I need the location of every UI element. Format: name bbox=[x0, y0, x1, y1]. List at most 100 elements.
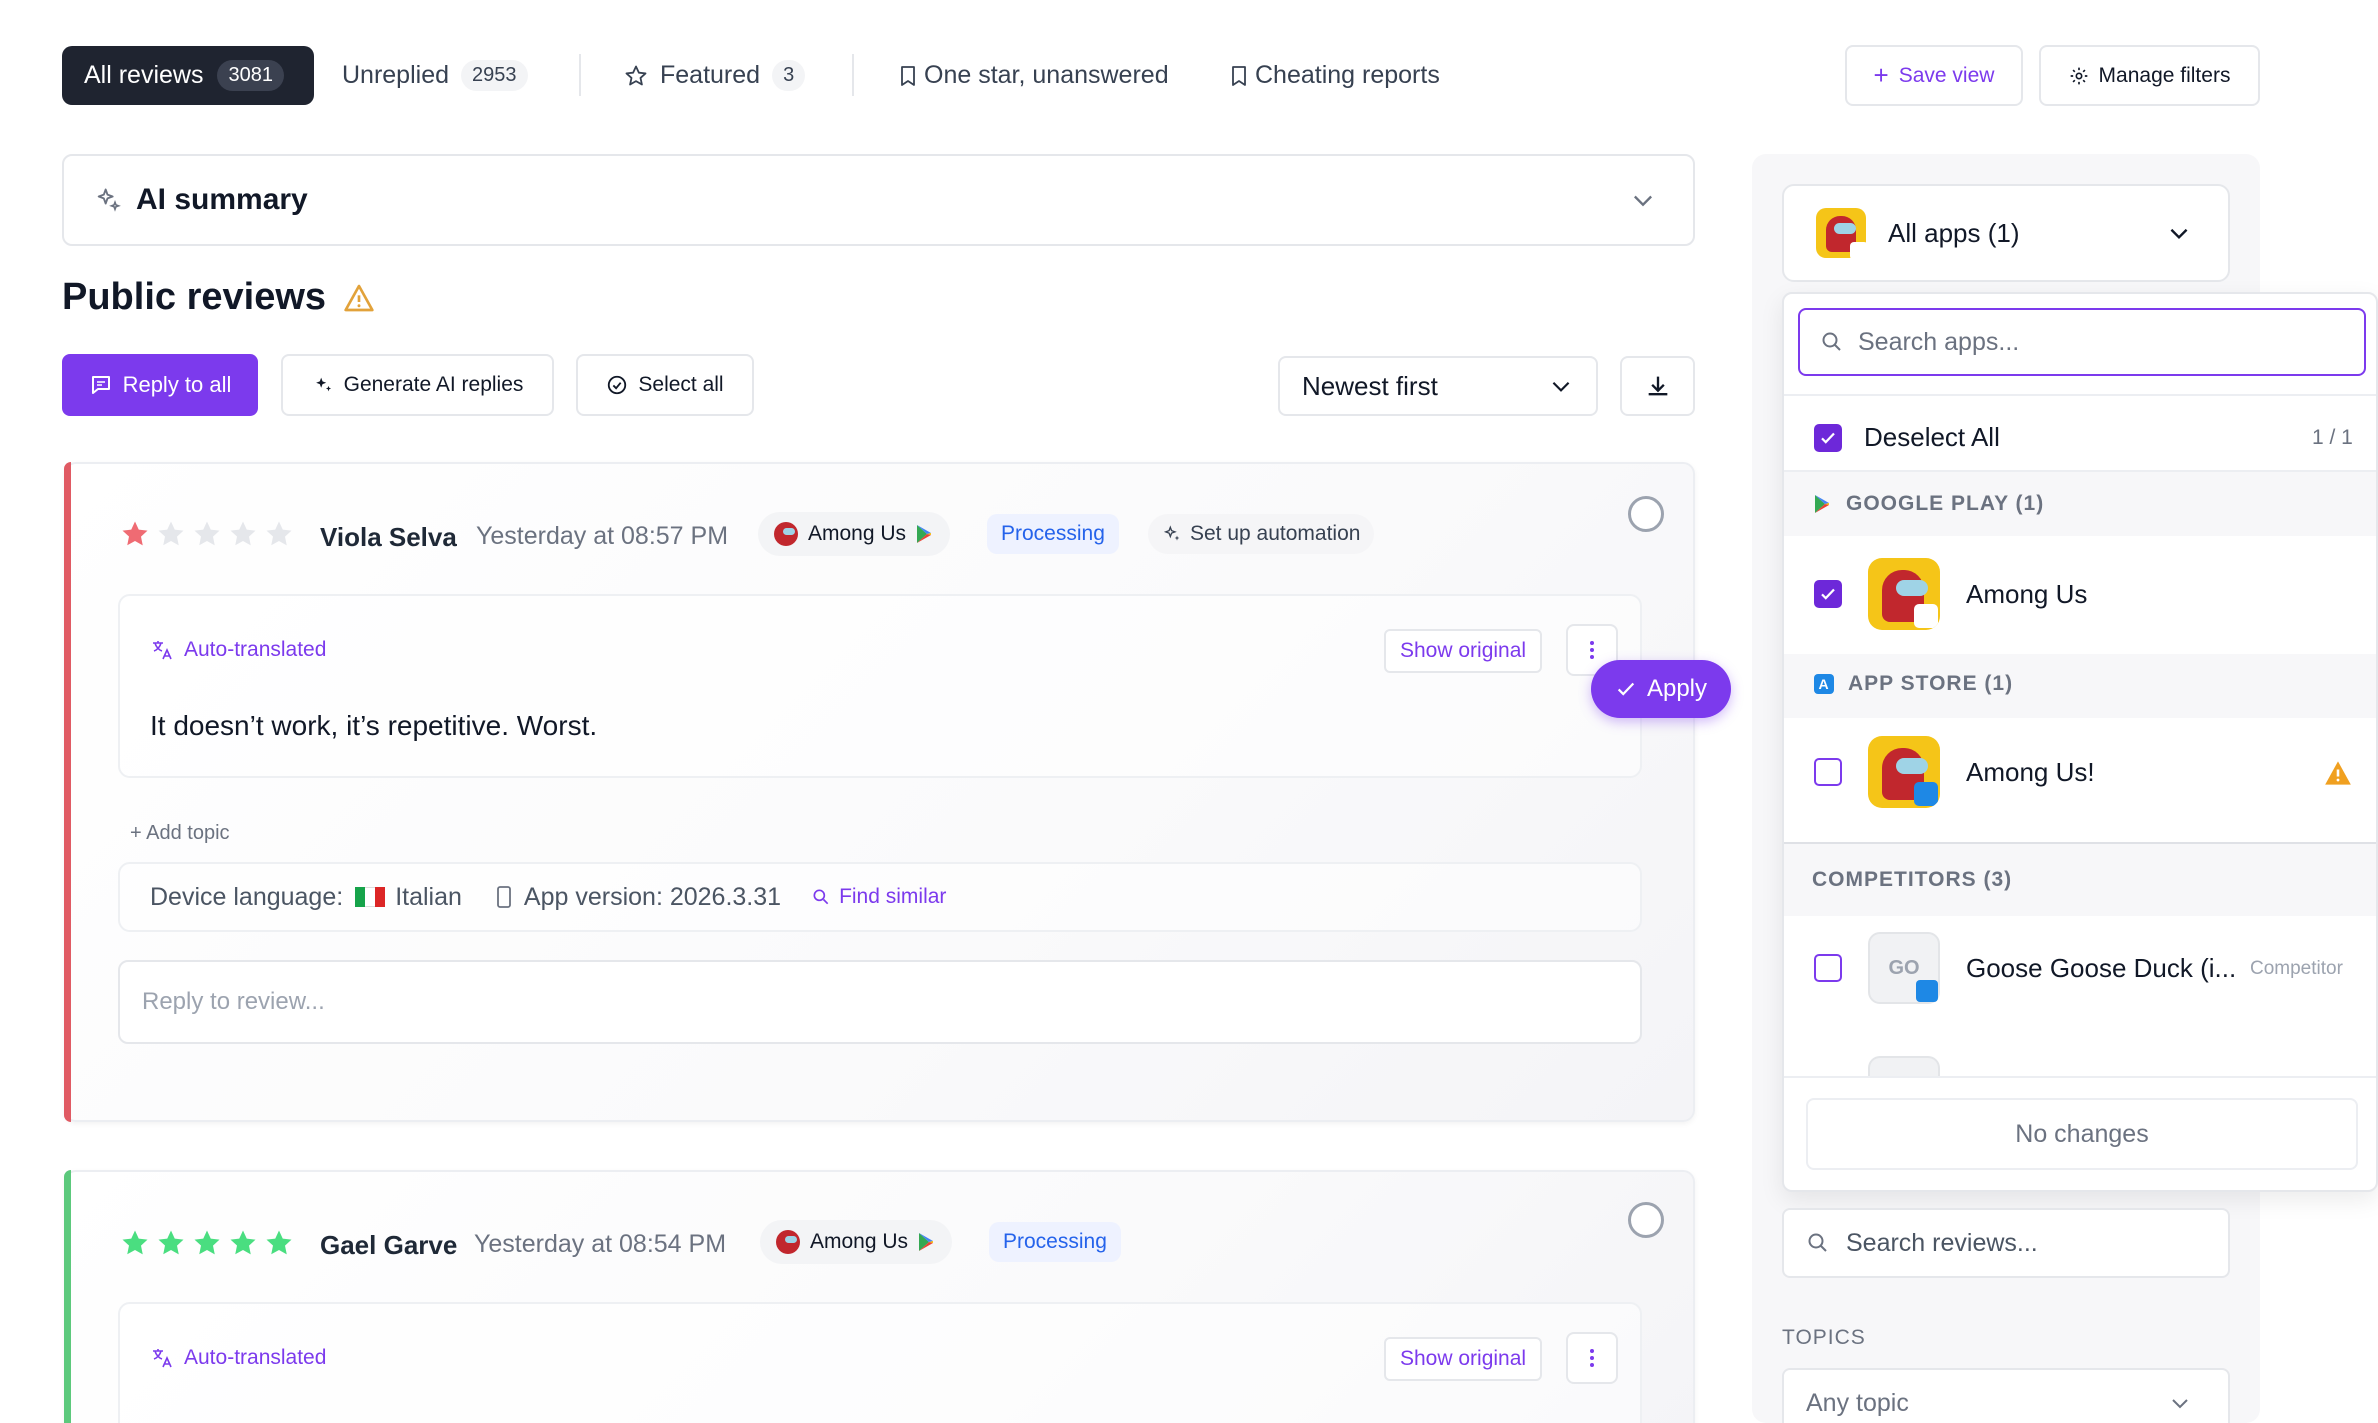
google-play-icon bbox=[919, 1233, 934, 1251]
star-empty-icon bbox=[158, 521, 184, 546]
group-name: GOOGLE PLAY (1) bbox=[1846, 492, 2045, 515]
sparkles-icon bbox=[1163, 525, 1180, 541]
auto-translated-label: Auto-translated bbox=[184, 638, 327, 661]
section-title-text: Public reviews bbox=[62, 276, 327, 318]
tab-label: Featured bbox=[660, 61, 761, 89]
italy-flag-icon bbox=[355, 887, 386, 907]
search-apps-input[interactable]: Search apps... bbox=[1798, 308, 2366, 376]
sort-select[interactable]: Newest first bbox=[1278, 356, 1598, 416]
set-up-automation-button[interactable]: Set up automation bbox=[1148, 514, 1375, 554]
more-vertical-icon bbox=[1590, 1349, 1594, 1367]
select-review-checkbox[interactable] bbox=[1628, 1202, 1664, 1238]
among-us-app-icon bbox=[1868, 558, 1940, 630]
automation-label: Set up automation bbox=[1190, 522, 1361, 545]
star-empty-icon bbox=[194, 521, 220, 546]
topic-select-value: Any topic bbox=[1806, 1388, 1909, 1417]
chevron-down-icon bbox=[2170, 228, 2188, 240]
deselect-all-checkbox[interactable] bbox=[1814, 423, 1842, 452]
tab-unreplied[interactable]: Unreplied 2953 bbox=[342, 46, 528, 105]
topic-select[interactable]: Any topic bbox=[1782, 1368, 2230, 1423]
tab-label: All reviews bbox=[84, 61, 204, 89]
more-options-button[interactable] bbox=[1566, 1332, 1618, 1384]
among-us-app-icon bbox=[1868, 736, 1940, 808]
show-original-button[interactable]: Show original bbox=[1384, 629, 1543, 673]
search-icon bbox=[1822, 332, 1841, 351]
sparkles-icon bbox=[315, 377, 331, 392]
review-metadata: Device language: Italian App version: 20… bbox=[118, 862, 1642, 932]
competitor-tag: Competitor bbox=[2250, 958, 2343, 979]
no-changes-button[interactable]: No changes bbox=[1806, 1098, 2358, 1170]
search-apps-placeholder: Search apps... bbox=[1858, 327, 2020, 356]
reply-to-all-label: Reply to all bbox=[122, 372, 232, 397]
select-all-button[interactable]: Select all bbox=[576, 354, 754, 416]
save-view-button[interactable]: + Save view bbox=[1845, 45, 2023, 106]
tab-count: 2953 bbox=[461, 60, 528, 91]
star-empty-icon bbox=[266, 521, 292, 546]
tab-one-star-unanswered[interactable]: One star, unanswered bbox=[898, 46, 1169, 105]
app-chip[interactable]: Among Us bbox=[760, 1220, 953, 1264]
select-review-checkbox[interactable] bbox=[1628, 496, 1664, 532]
search-icon bbox=[813, 889, 829, 905]
competitor-app-icon bbox=[1868, 1056, 1940, 1076]
apply-button[interactable]: Apply bbox=[1591, 660, 1731, 718]
topics-label: TOPICS bbox=[1782, 1326, 1866, 1349]
generate-ai-replies-button[interactable]: Generate AI replies bbox=[281, 354, 554, 416]
google-play-icon bbox=[1815, 495, 1829, 513]
device-language-label: Device language: bbox=[150, 882, 344, 911]
app-chip-label: Among Us bbox=[808, 522, 907, 545]
selection-count: 1 / 1 bbox=[2312, 426, 2353, 449]
app-option-among-us[interactable]: Among Us bbox=[1814, 558, 2087, 630]
deselect-all-row[interactable]: Deselect All bbox=[1814, 422, 2000, 453]
reviewer-name: Gael Garve bbox=[320, 1230, 458, 1260]
download-button[interactable] bbox=[1620, 356, 1695, 416]
app-option-checkbox[interactable] bbox=[1814, 954, 1842, 982]
check-icon bbox=[1617, 682, 1635, 696]
star-filled-icon bbox=[122, 521, 148, 546]
add-topic-button[interactable]: + Add topic bbox=[130, 822, 230, 845]
generate-ai-label: Generate AI replies bbox=[343, 373, 524, 396]
ai-summary-panel[interactable]: AI summary bbox=[62, 154, 1695, 246]
group-header-google-play: GOOGLE PLAY (1) bbox=[1814, 492, 2044, 516]
tab-cheating-reports[interactable]: Cheating reports bbox=[1229, 46, 1440, 105]
chevron-down-icon bbox=[2172, 1399, 2188, 1409]
app-option-label: Goose Goose Duck (i... bbox=[1966, 952, 2237, 983]
manage-filters-button[interactable]: Manage filters bbox=[2039, 45, 2260, 106]
device-language-value: Italian bbox=[395, 882, 462, 911]
translate-icon bbox=[153, 641, 172, 660]
group-header-competitors: COMPETITORS (3) bbox=[1812, 868, 2012, 892]
search-reviews-placeholder: Search reviews... bbox=[1846, 1228, 2038, 1257]
status-badge: Processing bbox=[989, 1222, 1121, 1262]
review-content-box: Auto-translated Show original bbox=[118, 1302, 1642, 1423]
app-option-checkbox[interactable] bbox=[1814, 758, 1842, 786]
reply-to-all-button[interactable]: Reply to all bbox=[62, 354, 258, 416]
divider bbox=[1784, 1076, 2376, 1078]
app-chip[interactable]: Among Us bbox=[758, 512, 951, 556]
auto-translated-badge: Auto-translated bbox=[150, 638, 326, 662]
app-option-among-us-ios[interactable]: Among Us! bbox=[1814, 736, 2095, 808]
show-original-button[interactable]: Show original bbox=[1384, 1337, 1543, 1381]
deselect-all-label: Deselect All bbox=[1864, 422, 2000, 452]
find-similar-label: Find similar bbox=[839, 885, 947, 908]
group-name: APP STORE (1) bbox=[1848, 672, 2014, 695]
star-filled-icon bbox=[230, 1230, 256, 1255]
find-similar-link[interactable]: Find similar bbox=[811, 885, 946, 909]
warning-icon[interactable] bbox=[342, 282, 376, 314]
tab-all-reviews[interactable]: All reviews 3081 bbox=[62, 46, 314, 105]
app-select-dropdown[interactable]: All apps (1) bbox=[1782, 184, 2230, 282]
star-filled-icon bbox=[158, 1230, 184, 1255]
among-us-icon bbox=[774, 522, 798, 546]
warning-icon[interactable] bbox=[2324, 760, 2352, 786]
app-store-icon: A bbox=[1814, 674, 1834, 694]
search-reviews-input[interactable]: Search reviews... bbox=[1782, 1208, 2230, 1278]
star-filled-icon bbox=[194, 1230, 220, 1255]
review-date: Yesterday at 08:54 PM bbox=[474, 1230, 727, 1258]
status-badge: Processing bbox=[987, 514, 1119, 554]
check-icon bbox=[1821, 432, 1835, 444]
reply-input[interactable]: Reply to review... bbox=[118, 960, 1642, 1044]
tab-featured[interactable]: Featured 3 bbox=[624, 46, 806, 105]
select-all-label: Select all bbox=[638, 373, 724, 396]
download-icon bbox=[1648, 376, 1667, 396]
page-title: Public reviews bbox=[62, 276, 376, 319]
app-option-checkbox[interactable] bbox=[1814, 580, 1842, 608]
app-option-goose-goose-duck[interactable]: GO Goose Goose Duck (i... bbox=[1814, 932, 2236, 1004]
